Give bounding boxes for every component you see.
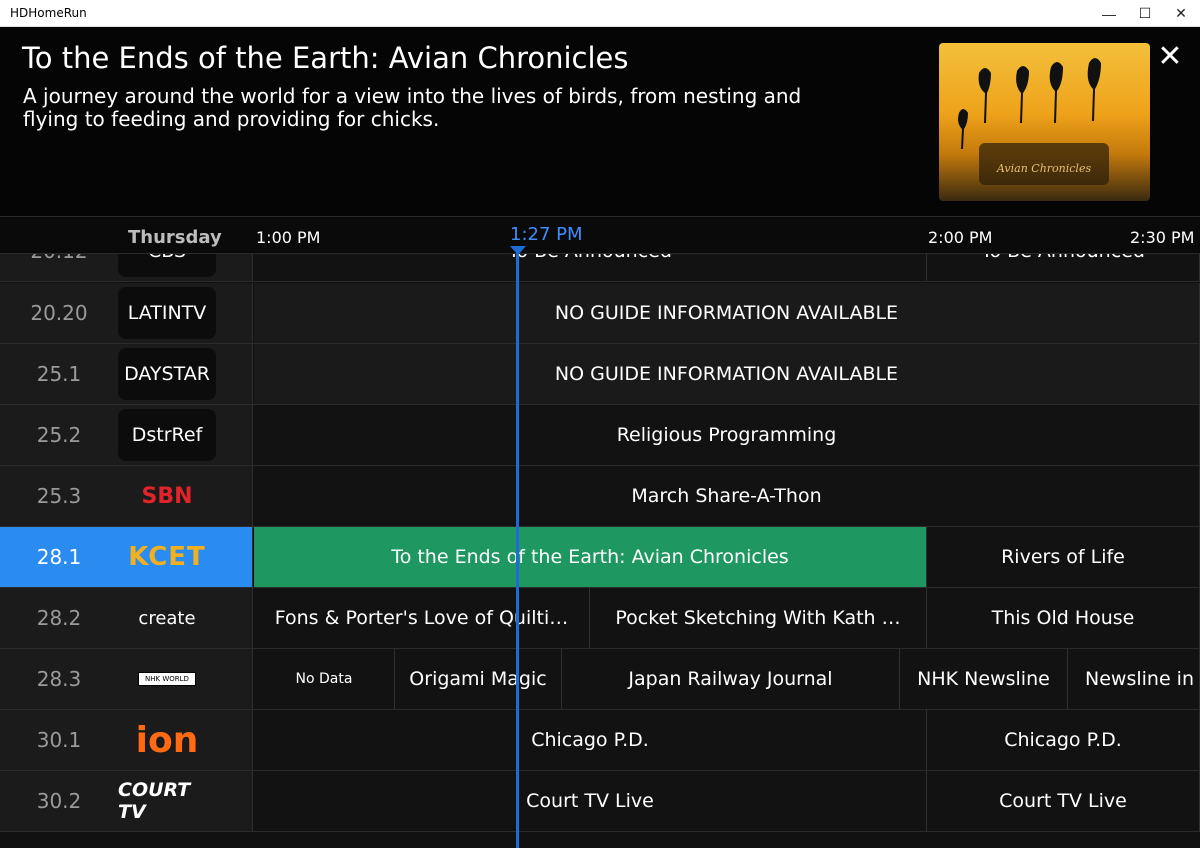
program-cell[interactable]: Chicago P.D. — [927, 710, 1200, 770]
channel-number: 25.1 — [36, 362, 82, 386]
close-window-icon[interactable]: ✕ — [1158, 0, 1200, 27]
channel-row[interactable]: 28.2 create Fons & Porter's Love of Quil… — [0, 588, 1200, 649]
program-cell[interactable]: To Be Announced — [927, 254, 1200, 281]
court-tv-logo-icon: COURT TV — [118, 779, 191, 823]
program-cell[interactable]: Origami Magic — [395, 649, 562, 709]
channel-number: 28.2 — [36, 606, 82, 630]
channel-cell[interactable]: 20.20 LATINTV — [0, 283, 253, 343]
program-cell[interactable]: To Be Announced — [254, 254, 927, 281]
program-cell[interactable]: This Old House — [927, 588, 1200, 648]
channel-cell[interactable]: 28.2 create — [0, 588, 253, 648]
channel-cell[interactable]: 20.12 CBS — [0, 254, 253, 281]
channel-logo: DAYSTAR — [118, 348, 216, 400]
program-cell[interactable]: NO GUIDE INFORMATION AVAILABLE — [254, 283, 1200, 343]
channel-logo: create — [118, 592, 216, 644]
channel-number: 20.20 — [30, 301, 88, 325]
ion-logo-icon: ion — [135, 719, 199, 761]
close-detail-icon[interactable]: ✕ — [1155, 42, 1185, 72]
channel-cell[interactable]: 25.1 DAYSTAR — [0, 344, 253, 404]
program-cell[interactable]: Court TV Live — [927, 771, 1200, 831]
program-cell[interactable]: Newsline in D — [1068, 649, 1200, 709]
channel-logo: CBS — [118, 254, 216, 277]
channel-cell[interactable]: 25.2 DstrRef — [0, 405, 253, 465]
title-bar: HDHomeRun — ☐ ✕ — [0, 0, 1200, 27]
nhk-logo-icon: NHK WORLD — [138, 672, 196, 686]
program-description: A journey around the world for a view in… — [23, 84, 802, 131]
program-guide-grid: 20.12 CBS To Be Announced To Be Announce… — [0, 254, 1200, 848]
current-time-label: 1:27 PM — [510, 224, 583, 245]
channel-logo: DstrRef — [118, 409, 216, 461]
program-cell[interactable]: March Share-A-Thon — [254, 466, 1200, 526]
timeline-header: Thursday 1:00 PM 1:27 PM 2:00 PM 2:30 PM — [0, 216, 1200, 254]
sbn-logo-icon: SBN — [141, 483, 193, 509]
channel-number: 25.2 — [36, 423, 82, 447]
program-cell[interactable]: NO GUIDE INFORMATION AVAILABLE — [254, 344, 1200, 404]
program-cell[interactable]: Fons & Porter's Love of Quilti… — [254, 588, 590, 648]
channel-number: 25.3 — [36, 484, 82, 508]
program-thumbnail: Avian Chronicles — [939, 43, 1150, 201]
channel-logo: LATINTV — [118, 287, 216, 339]
channel-cell[interactable]: 28.1 KCET — [0, 527, 253, 587]
channel-cell[interactable]: 25.3 SBN — [0, 466, 253, 526]
channel-row[interactable]: 30.2 COURT TV Court TV Live Court TV Liv… — [0, 771, 1200, 832]
program-detail-panel: To the Ends of the Earth: Avian Chronicl… — [0, 27, 1200, 216]
program-title: To the Ends of the Earth: Avian Chronicl… — [22, 41, 629, 75]
time-slot-label: 1:00 PM — [256, 228, 321, 247]
program-cell[interactable]: Japan Railway Journal — [562, 649, 900, 709]
window-title: HDHomeRun — [10, 6, 87, 20]
program-cell[interactable]: Religious Programming — [254, 405, 1200, 465]
channel-row-selected[interactable]: 28.1 KCET To the Ends of the Earth: Avia… — [0, 527, 1200, 588]
channel-row[interactable]: 20.12 CBS To Be Announced To Be Announce… — [0, 254, 1200, 282]
channel-logo: KCET — [118, 531, 216, 583]
channel-number: 28.1 — [36, 545, 82, 569]
svg-text:Avian Chronicles: Avian Chronicles — [996, 162, 1092, 175]
channel-row[interactable]: 28.3 NHK WORLD No Data Origami Magic Jap… — [0, 649, 1200, 710]
channel-number: 20.12 — [0, 254, 118, 281]
channel-row[interactable]: 25.2 DstrRef Religious Programming — [0, 405, 1200, 466]
channel-cell[interactable]: 28.3 NHK WORLD — [0, 649, 253, 709]
program-cell[interactable]: Pocket Sketching With Kath … — [590, 588, 927, 648]
current-time-line — [516, 246, 519, 848]
channel-row[interactable]: 20.20 LATINTV NO GUIDE INFORMATION AVAIL… — [0, 283, 1200, 344]
channel-row[interactable]: 25.1 DAYSTAR NO GUIDE INFORMATION AVAILA… — [0, 344, 1200, 405]
program-cell[interactable]: NHK Newsline — [900, 649, 1068, 709]
program-cell[interactable]: No Data — [254, 649, 395, 709]
channel-cell[interactable]: 30.2 COURT TV — [0, 771, 253, 831]
channel-row[interactable]: 30.1 ion Chicago P.D. Chicago P.D. — [0, 710, 1200, 771]
channel-logo: COURT TV — [118, 775, 216, 827]
channel-row[interactable]: 25.3 SBN March Share-A-Thon — [0, 466, 1200, 527]
program-cell-on-air[interactable]: To the Ends of the Earth: Avian Chronicl… — [254, 527, 927, 587]
create-logo-icon: create — [138, 607, 196, 629]
channel-number: 30.1 — [36, 728, 82, 752]
channel-logo: ion — [118, 714, 216, 766]
time-slot-label: 2:00 PM — [928, 228, 993, 247]
program-cell[interactable]: Chicago P.D. — [254, 710, 927, 770]
channel-logo: NHK WORLD — [118, 653, 216, 705]
app-window: HDHomeRun — ☐ ✕ To the Ends of the Earth… — [0, 0, 1200, 848]
channel-cell[interactable]: 30.1 ion — [0, 710, 253, 770]
program-cell[interactable]: Rivers of Life — [927, 527, 1200, 587]
channel-number: 28.3 — [36, 667, 82, 691]
time-slot-label: 2:30 PM — [1130, 228, 1195, 247]
day-label: Thursday — [128, 227, 222, 248]
channel-number: 30.2 — [36, 789, 82, 813]
channel-logo: SBN — [118, 470, 216, 522]
kcet-logo-icon: KCET — [128, 542, 206, 572]
program-cell[interactable]: Court TV Live — [254, 771, 927, 831]
flamingo-image-icon: Avian Chronicles — [958, 58, 1109, 185]
